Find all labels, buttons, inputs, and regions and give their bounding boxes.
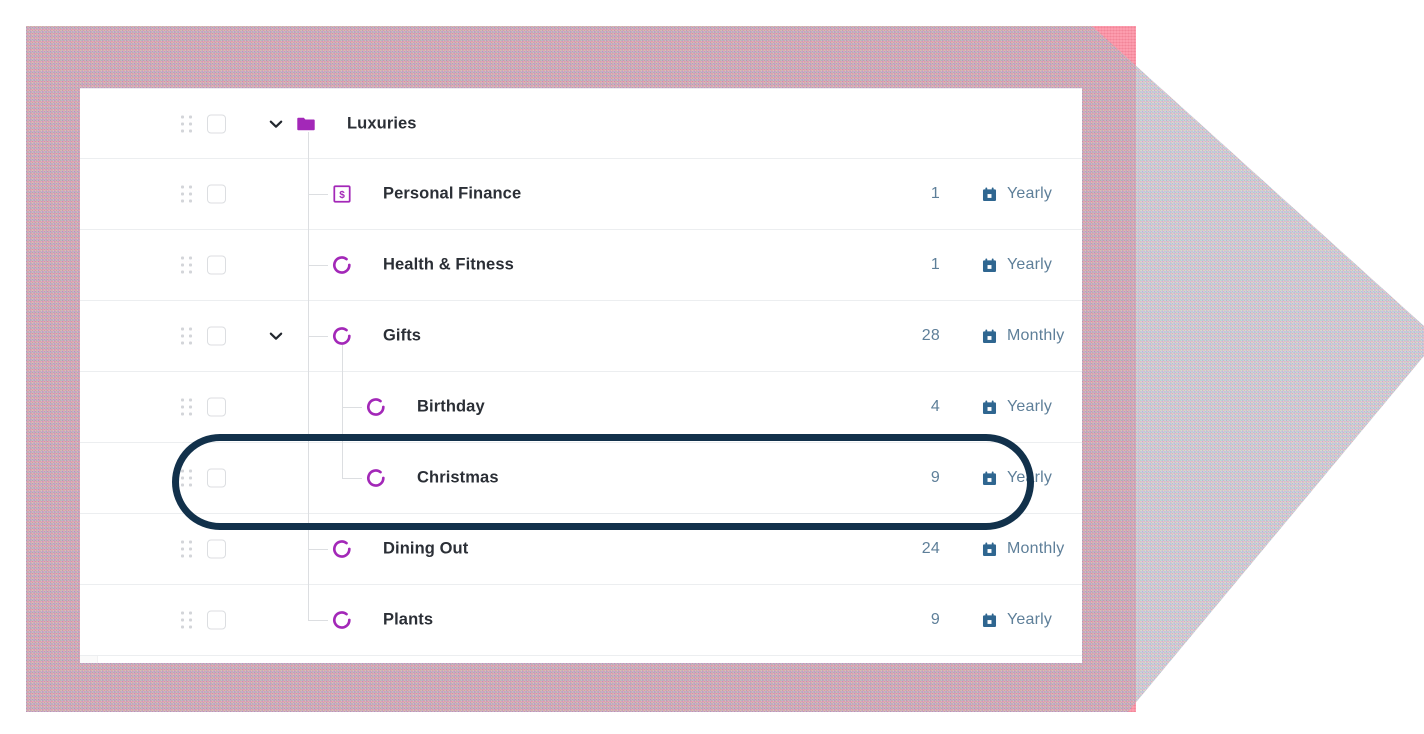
drag-handle-icon[interactable] xyxy=(181,540,192,558)
budget-period-label: Yearly xyxy=(1007,469,1053,486)
chevron-down-icon[interactable] xyxy=(266,114,286,134)
table-row[interactable]: Gifts 28 Monthly xyxy=(80,301,1082,372)
drag-handle-icon[interactable] xyxy=(181,185,192,203)
tree-rail-level-2 xyxy=(342,345,344,479)
calendar-icon xyxy=(981,470,998,487)
row-select-checkbox[interactable] xyxy=(207,255,226,275)
row-select-checkbox[interactable] xyxy=(207,114,226,133)
category-tree-card: Luxuries $ Personal Finance 1 Yearly Health &… xyxy=(80,88,1082,663)
donut-chart-icon xyxy=(365,396,387,418)
transaction-count: 1 xyxy=(930,256,940,273)
calendar-icon xyxy=(981,257,998,274)
row-select-checkbox[interactable] xyxy=(207,397,226,417)
row-select-checkbox[interactable] xyxy=(207,539,226,559)
donut-chart-icon xyxy=(365,467,387,489)
category-name-label: Gifts xyxy=(383,326,422,345)
table-row[interactable]: Christmas 9 Yearly xyxy=(80,443,1082,514)
drag-handle-icon[interactable] xyxy=(181,327,192,345)
tree-connector-line xyxy=(308,265,328,267)
drag-handle-icon[interactable] xyxy=(181,611,192,629)
budget-period[interactable]: Yearly xyxy=(981,611,1052,629)
category-name-label: Personal Finance xyxy=(383,184,522,203)
tree-connector-line xyxy=(308,194,328,196)
row-select-checkbox[interactable] xyxy=(207,184,226,204)
donut-chart-icon xyxy=(331,609,353,631)
transaction-count: 28 xyxy=(921,327,940,344)
calendar-icon xyxy=(981,186,998,203)
table-row[interactable]: Luxuries xyxy=(80,88,1082,159)
donut-chart-icon xyxy=(331,254,353,276)
row-select-checkbox[interactable] xyxy=(207,610,226,630)
budget-period[interactable]: Yearly xyxy=(981,185,1052,203)
budget-period[interactable]: Yearly xyxy=(981,256,1052,274)
budget-period-label: Yearly xyxy=(1007,256,1053,273)
category-name-label: Health & Fitness xyxy=(383,255,514,274)
budget-period-label: Monthly xyxy=(1007,327,1065,344)
tree-connector-line xyxy=(308,336,328,338)
table-row[interactable]: $ Personal Finance 1 Yearly xyxy=(80,159,1082,230)
transaction-count: 4 xyxy=(930,398,940,415)
donut-chart-icon xyxy=(331,325,353,347)
drag-handle-icon[interactable] xyxy=(181,115,192,132)
budget-period-label: Yearly xyxy=(1007,398,1053,415)
table-row[interactable]: Health & Fitness 1 Yearly xyxy=(80,230,1082,301)
budget-period[interactable]: Yearly xyxy=(981,398,1052,416)
category-name-label: Birthday xyxy=(417,397,485,416)
tree-connector-line xyxy=(342,478,362,480)
tree-connector-line xyxy=(342,407,362,409)
row-select-checkbox[interactable] xyxy=(207,468,226,488)
drag-handle-icon[interactable] xyxy=(181,469,192,487)
budget-period[interactable]: Monthly xyxy=(981,540,1064,558)
budget-period[interactable]: Monthly xyxy=(981,327,1064,345)
calendar-icon xyxy=(981,612,998,629)
category-name-label: Dining Out xyxy=(383,539,469,558)
chevron-down-icon[interactable] xyxy=(266,326,286,346)
donut-chart-icon xyxy=(331,538,353,560)
calendar-icon xyxy=(981,328,998,345)
table-row[interactable]: Dining Out 24 Monthly xyxy=(80,514,1082,585)
transaction-count: 1 xyxy=(930,185,940,202)
transaction-count: 9 xyxy=(930,611,940,628)
tree-rail-level-1 xyxy=(308,132,310,621)
budget-period[interactable]: Yearly xyxy=(981,469,1052,487)
category-name-label: Plants xyxy=(383,610,434,629)
row-select-checkbox[interactable] xyxy=(207,326,226,346)
category-name-label: Luxuries xyxy=(347,114,417,132)
category-name-label: Christmas xyxy=(417,468,499,487)
money-bill-icon: $ xyxy=(331,183,353,205)
transaction-count: 24 xyxy=(921,540,940,557)
table-row[interactable]: Plants 9 Yearly xyxy=(80,585,1082,656)
folder-icon xyxy=(295,113,317,135)
tree-connector-line xyxy=(308,549,328,551)
budget-period-label: Monthly xyxy=(1007,540,1065,557)
svg-text:$: $ xyxy=(339,190,345,201)
calendar-icon xyxy=(981,541,998,558)
budget-period-label: Yearly xyxy=(1007,185,1053,202)
drag-handle-icon[interactable] xyxy=(181,256,192,274)
budget-period-label: Yearly xyxy=(1007,611,1053,628)
tree-connector-line xyxy=(308,620,328,622)
transaction-count: 9 xyxy=(930,469,940,486)
drag-handle-icon[interactable] xyxy=(181,398,192,416)
calendar-icon xyxy=(981,399,998,416)
table-row[interactable]: Birthday 4 Yearly xyxy=(80,372,1082,443)
screenshot-stage: Luxuries $ Personal Finance 1 Yearly Health &… xyxy=(0,0,1424,734)
